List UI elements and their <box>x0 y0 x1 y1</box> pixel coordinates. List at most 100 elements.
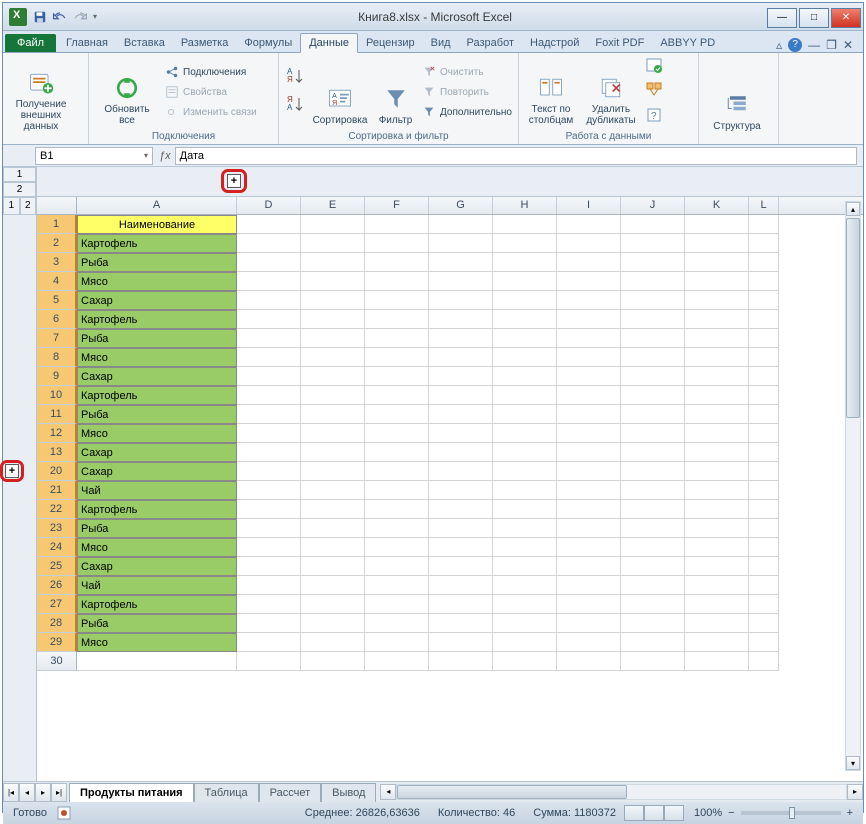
row-header[interactable]: 5 <box>37 291 77 310</box>
cell[interactable] <box>429 348 493 367</box>
cell[interactable] <box>365 614 429 633</box>
sheet-nav-last[interactable]: ▸| <box>51 783 67 802</box>
cell[interactable] <box>749 272 779 291</box>
cell[interactable] <box>237 633 301 652</box>
cell[interactable] <box>621 348 685 367</box>
cell[interactable] <box>749 424 779 443</box>
cell[interactable] <box>493 367 557 386</box>
cell[interactable]: Картофель <box>77 500 237 519</box>
select-all-corner[interactable] <box>37 197 77 214</box>
row-header[interactable]: 3 <box>37 253 77 272</box>
cell[interactable] <box>429 405 493 424</box>
cell[interactable] <box>365 633 429 652</box>
cell[interactable] <box>237 386 301 405</box>
cell[interactable] <box>557 386 621 405</box>
cell[interactable] <box>237 538 301 557</box>
cell[interactable] <box>493 329 557 348</box>
cell[interactable]: Рыба <box>77 329 237 348</box>
cell[interactable]: Рыба <box>77 614 237 633</box>
cell[interactable] <box>301 424 365 443</box>
cell[interactable] <box>557 234 621 253</box>
cell[interactable] <box>621 576 685 595</box>
row-group-expand-button[interactable]: + <box>5 464 19 478</box>
hscroll-right[interactable]: ▸ <box>847 784 863 800</box>
cell[interactable] <box>237 367 301 386</box>
cell[interactable] <box>493 348 557 367</box>
row-header[interactable]: 23 <box>37 519 77 538</box>
vscroll[interactable]: ▴ ▾ <box>845 201 861 771</box>
row-header[interactable]: 27 <box>37 595 77 614</box>
cell[interactable] <box>557 652 621 671</box>
cell[interactable] <box>621 462 685 481</box>
cell[interactable] <box>429 595 493 614</box>
sheet-tab[interactable]: Вывод <box>321 783 376 802</box>
maximize-button[interactable]: □ <box>799 8 829 28</box>
cell[interactable] <box>685 253 749 272</box>
cell[interactable] <box>557 329 621 348</box>
row-header[interactable]: 12 <box>37 424 77 443</box>
consolidate-button[interactable] <box>645 81 663 104</box>
cell[interactable] <box>685 481 749 500</box>
cell[interactable] <box>301 367 365 386</box>
cell[interactable] <box>365 500 429 519</box>
cell[interactable] <box>621 500 685 519</box>
undo-icon[interactable] <box>53 10 67 24</box>
col-header[interactable]: J <box>621 197 685 214</box>
cell[interactable]: Чай <box>77 481 237 500</box>
cell[interactable] <box>749 329 779 348</box>
cell[interactable] <box>557 462 621 481</box>
cell[interactable]: Мясо <box>77 272 237 291</box>
formula-bar[interactable]: Дата <box>175 147 857 165</box>
view-pagebreak-button[interactable] <box>664 805 684 821</box>
cell[interactable] <box>301 348 365 367</box>
zoom-in-button[interactable]: + <box>847 807 853 819</box>
cell[interactable]: Мясо <box>77 424 237 443</box>
cell[interactable] <box>621 557 685 576</box>
cell[interactable] <box>621 386 685 405</box>
qat-dropdown-icon[interactable]: ▾ <box>93 12 97 21</box>
help-icon[interactable]: ? <box>788 38 802 52</box>
cell[interactable] <box>749 652 779 671</box>
cell[interactable] <box>493 405 557 424</box>
cell[interactable] <box>749 367 779 386</box>
zoom-out-button[interactable]: − <box>728 807 734 819</box>
cell[interactable] <box>429 576 493 595</box>
row-header[interactable]: 21 <box>37 481 77 500</box>
cell[interactable] <box>365 576 429 595</box>
cell[interactable] <box>237 595 301 614</box>
cell[interactable] <box>301 329 365 348</box>
cell[interactable] <box>301 386 365 405</box>
cell[interactable] <box>557 633 621 652</box>
cell[interactable]: Сахар <box>77 367 237 386</box>
cell[interactable] <box>237 614 301 633</box>
cell[interactable]: Картофель <box>77 310 237 329</box>
cell[interactable] <box>621 367 685 386</box>
cell[interactable] <box>621 652 685 671</box>
cell[interactable]: Сахар <box>77 557 237 576</box>
cell[interactable] <box>621 310 685 329</box>
tab-home[interactable]: Главная <box>58 34 116 52</box>
cell[interactable] <box>365 481 429 500</box>
tab-foxit[interactable]: Foxit PDF <box>587 34 652 52</box>
cell[interactable] <box>365 348 429 367</box>
cell[interactable] <box>365 443 429 462</box>
cell[interactable] <box>557 367 621 386</box>
cell[interactable] <box>621 215 685 234</box>
save-icon[interactable] <box>33 10 47 24</box>
cell[interactable]: Мясо <box>77 348 237 367</box>
cell[interactable] <box>493 424 557 443</box>
namebox-dropdown-icon[interactable]: ▾ <box>144 151 148 160</box>
row-header[interactable]: 7 <box>37 329 77 348</box>
name-box[interactable]: B1▾ <box>35 147 153 165</box>
vscroll-thumb[interactable] <box>846 218 860 418</box>
cell[interactable] <box>429 614 493 633</box>
cell[interactable] <box>493 614 557 633</box>
cell[interactable] <box>557 348 621 367</box>
cell[interactable] <box>685 424 749 443</box>
col-header[interactable]: I <box>557 197 621 214</box>
cell[interactable] <box>493 633 557 652</box>
cell[interactable]: Сахар <box>77 443 237 462</box>
cell[interactable] <box>685 443 749 462</box>
cell[interactable] <box>685 652 749 671</box>
cell[interactable] <box>685 633 749 652</box>
